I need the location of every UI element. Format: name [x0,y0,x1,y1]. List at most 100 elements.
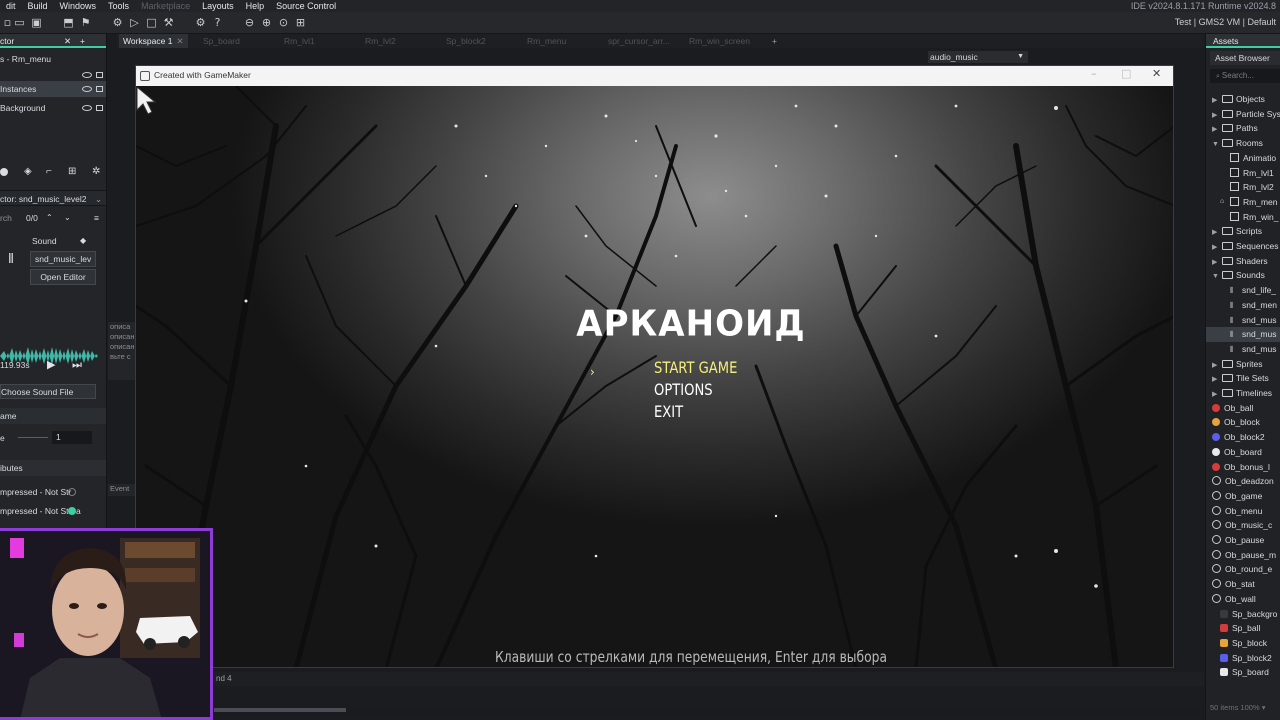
asset-tree-item[interactable]: Ob_game [1206,489,1280,504]
asset-tree-item[interactable]: Rm_lvl2 [1206,180,1280,195]
chevron-down-icon[interactable]: ⌄ [95,191,102,207]
eye-icon[interactable] [82,105,92,111]
asset-tree-item[interactable]: Sp_board [1206,665,1280,680]
clean-icon[interactable]: ⚒ [162,16,175,29]
asset-tree-item[interactable]: ▼ Sounds [1206,268,1280,283]
scrollbar-thumb[interactable] [214,708,346,712]
radio-button-selected[interactable] [68,507,76,515]
asset-tree-item[interactable]: ▶ Timelines [1206,386,1280,401]
grid-icon[interactable]: ⊞ [294,16,307,29]
tab-rm-menu[interactable]: Rm_menu [527,34,566,48]
menu-source-control[interactable]: Source Control [270,1,342,11]
tab-rm-lvl2[interactable]: Rm_lvl2 [365,34,396,48]
skip-end-icon[interactable]: ⏭ [72,357,82,373]
lock-icon[interactable] [96,72,103,78]
menu-marketplace[interactable]: Marketplace [135,1,196,11]
menu-layouts[interactable]: Layouts [196,1,240,11]
asset-tree-item[interactable]: Rm_win_ [1206,210,1280,225]
asset-tree-item[interactable]: ▶ Tile Sets [1206,371,1280,386]
zoom-out-icon[interactable]: ⊖ [243,16,256,29]
search-input[interactable]: ⌕ Search... [1210,69,1280,83]
menu-windows[interactable]: Windows [54,1,103,11]
play-icon[interactable]: ▶ [47,357,55,373]
add-tab-icon[interactable]: + [772,34,777,48]
open-project-icon[interactable]: ▭ [13,16,26,29]
asset-tree-item[interactable]: Ob_pause [1206,533,1280,548]
asset-tree-item[interactable]: ▶ Sequences [1206,239,1280,254]
compression-option-1[interactable]: mpressed - Not Str [0,484,106,500]
tab-sp-block2[interactable]: Sp_block2 [446,34,486,48]
settings-icon[interactable]: ⚙ [194,16,207,29]
debug-icon[interactable]: ⚑ [79,16,92,29]
menu-start-game[interactable]: START GAME [654,358,737,377]
asset-tree-item[interactable]: Ob_ball [1206,401,1280,416]
horizontal-scrollbar[interactable] [214,706,1204,714]
panel-tab-assets[interactable]: Assets [1206,34,1280,48]
build-icon[interactable]: ⚙ [111,16,124,29]
asset-tree-item[interactable]: ⦀ snd_life_ [1206,283,1280,298]
asset-tree-item[interactable]: Ob_wall [1206,592,1280,607]
layer-instances[interactable]: Instances [0,81,106,97]
asset-tree-item[interactable]: ▶ Scripts [1206,224,1280,239]
circle-icon[interactable] [0,168,8,176]
add-layer-icon[interactable]: ⊞ [68,164,76,180]
audio-group-select[interactable]: audio_music ▼ [928,51,1028,63]
asset-tree-item[interactable]: Sp_backgro [1206,607,1280,622]
chevron-up-icon[interactable]: ⌃ [46,210,53,226]
close-icon[interactable]: ✕ [1152,67,1161,80]
stop-icon[interactable]: □ [145,16,158,29]
menu-options[interactable]: OPTIONS [654,380,713,399]
maximize-icon[interactable]: □ [1121,67,1131,80]
asset-tree-item[interactable]: ⦀ snd_mus [1206,313,1280,328]
asset-tree-item[interactable]: Animatio [1206,151,1280,166]
asset-tree-item[interactable]: Sp_ball [1206,621,1280,636]
panel-tab-inspector[interactable]: ctor ✕ + [0,34,106,48]
tab-rm-win-screen[interactable]: Rm_win_screen [689,34,750,48]
run-icon[interactable]: ▷ [128,16,141,29]
asset-tree-item[interactable]: Rm_lvl1 [1206,166,1280,181]
asset-tree-item[interactable]: Ob_menu [1206,504,1280,519]
layers-icon[interactable]: ◈ [24,164,32,180]
menu-edit[interactable]: dit [0,1,22,11]
layer-background[interactable]: Background [0,100,106,116]
asset-tree-item[interactable]: Ob_board [1206,445,1280,460]
asset-tree-item[interactable]: Ob_stat [1206,577,1280,592]
radio-button[interactable] [68,488,76,496]
path-icon[interactable]: ⌐ [46,164,52,180]
compression-option-2[interactable]: mpressed - Not Strea [0,503,106,519]
asset-tree-item[interactable]: ▶ Objects [1206,92,1280,107]
lock-icon[interactable] [96,86,103,92]
asset-tree-item[interactable]: ⦀ snd_mus [1206,327,1280,342]
choose-sound-file-button[interactable]: Choose Sound File [0,384,96,399]
asset-tree-item[interactable]: ▼ Rooms [1206,136,1280,151]
asset-tree-item[interactable]: Ob_bonus_l [1206,460,1280,475]
lock-icon[interactable] [96,105,103,111]
menu-build[interactable]: Build [22,1,54,11]
menu-exit[interactable]: EXIT [654,402,683,421]
asset-tree-item[interactable]: Ob_deadzon [1206,474,1280,489]
package-icon[interactable]: ⬒ [62,16,75,29]
help-icon[interactable]: ? [211,16,224,29]
eye-icon[interactable] [82,72,92,78]
open-editor-button[interactable]: Open Editor [30,269,96,285]
asset-tree-item[interactable]: Sp_block [1206,636,1280,651]
asset-tree-item[interactable]: Ob_block2 [1206,430,1280,445]
tab-workspace-1[interactable]: Workspace 1 ✕ [119,34,188,48]
list-icon[interactable]: ≡ [94,210,99,226]
asset-tree-item[interactable]: ⌂ Rm_men [1206,195,1280,210]
tab-spr-cursor[interactable]: spr_cursor_arr... [608,34,670,48]
sound-name-field[interactable]: snd_music_lev [30,251,96,267]
zoom-in-icon[interactable]: ⊕ [260,16,273,29]
tag-icon[interactable]: ◆ [80,233,86,249]
asset-tree-item[interactable]: ▶Particle Syste [1206,107,1280,122]
minimize-icon[interactable]: – [1091,67,1097,80]
volume-field[interactable]: 1 [52,431,92,444]
save-icon[interactable]: ▣ [30,16,43,29]
menu-tools[interactable]: Tools [102,1,135,11]
asset-tree-item[interactable]: ⦀ snd_men [1206,298,1280,313]
asset-browser-header[interactable]: Asset Browser [1210,51,1280,65]
eye-icon[interactable] [82,86,92,92]
asset-tree-item[interactable]: ▶ Shaders [1206,254,1280,269]
target-selector[interactable]: Test | GMS2 VM | Default [1175,17,1276,27]
asset-tree-item[interactable]: ▶ Paths [1206,121,1280,136]
